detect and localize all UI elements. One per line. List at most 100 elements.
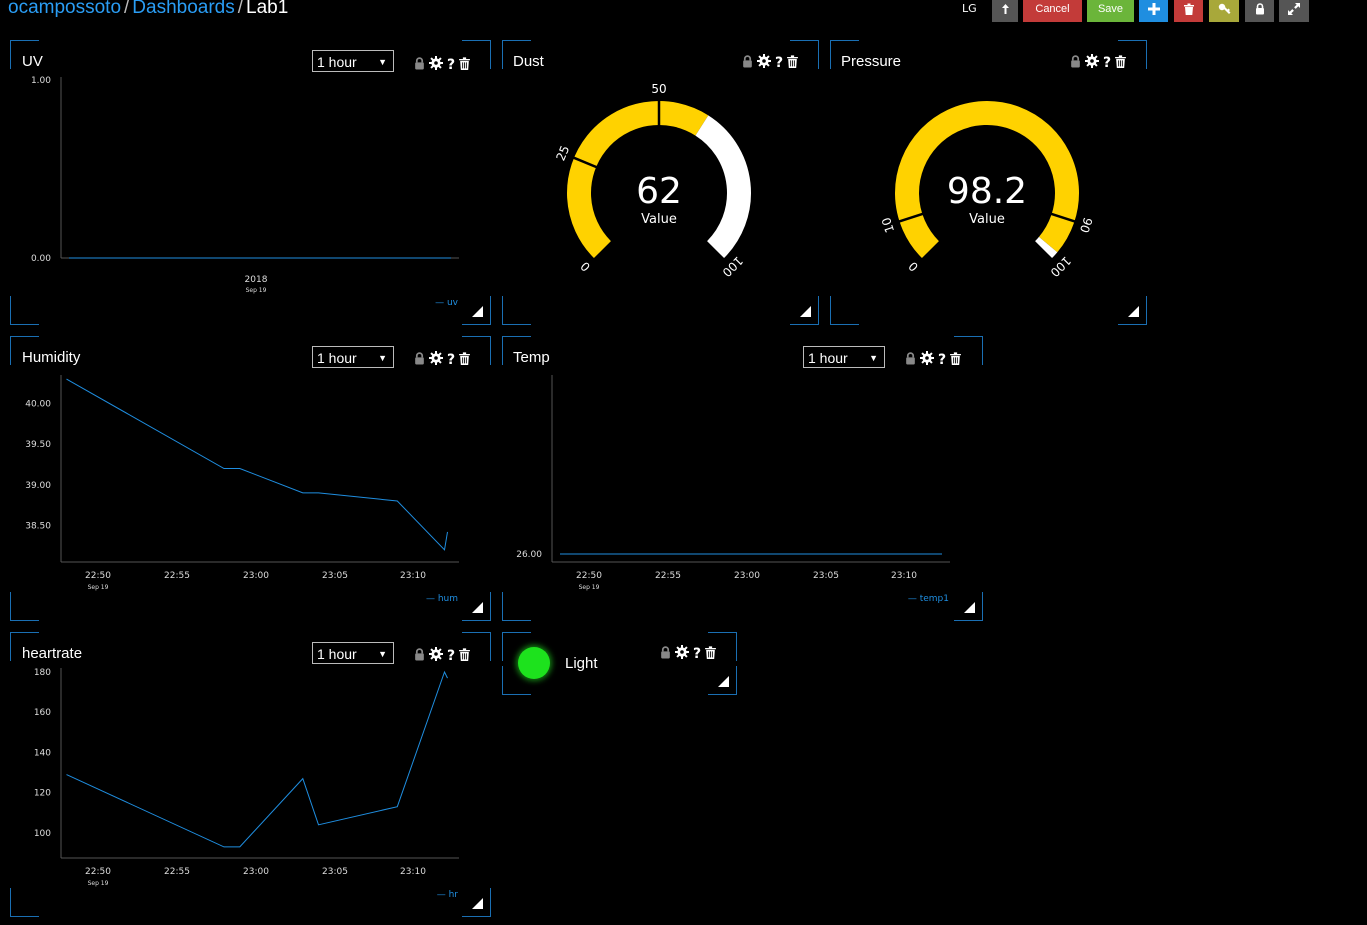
heartrate-range-value: 1 hour: [317, 646, 357, 662]
humidity-y-tick-label: 39.50: [25, 440, 51, 450]
lock-icon[interactable]: [742, 53, 753, 72]
temp-range-value: 1 hour: [808, 350, 848, 366]
temp-resize-handle[interactable]: [964, 602, 975, 613]
charts-layer: 1.00 0.00 2018 Sep 19 40.00 39.50 39.00 38.50 22…: [25, 76, 1095, 900]
temp-x-tick-label: 22:50: [576, 571, 602, 581]
dust-widget-actions: ?: [742, 53, 799, 72]
dust-gauge-tick-label: 100: [719, 253, 745, 279]
add-widget-button[interactable]: [1139, 0, 1168, 22]
pressure-gauge-tick-label: 0: [906, 259, 921, 274]
dust-gauge-tick-label: 25: [554, 143, 573, 162]
uv-x-tick-label: 2018: [245, 275, 268, 285]
help-icon[interactable]: ?: [447, 57, 455, 73]
heartrate-widget-actions: ?: [414, 646, 471, 665]
temp-widget-actions: ?: [905, 350, 962, 369]
lock-icon[interactable]: [414, 350, 425, 369]
help-icon[interactable]: ?: [775, 55, 783, 71]
trash-icon[interactable]: [787, 53, 799, 72]
upload-icon: [1001, 4, 1009, 14]
breadcrumb-dashboards-link[interactable]: Dashboards: [132, 0, 234, 18]
heartrate-x-tick-label: 22:50: [85, 867, 111, 877]
help-icon[interactable]: ?: [693, 646, 701, 662]
heartrate-x-tick-label: 23:10: [400, 867, 426, 877]
help-icon[interactable]: ?: [447, 648, 455, 664]
fullscreen-button[interactable]: [1279, 0, 1309, 22]
lock-button[interactable]: [1245, 0, 1274, 22]
dust-frame-corner: [502, 296, 531, 325]
breadcrumb-user-link[interactable]: ocampossoto: [8, 0, 121, 18]
gear-icon[interactable]: [1085, 53, 1099, 72]
temp-frame-corner: [502, 592, 531, 621]
humidity-y-tick-label: 39.00: [25, 481, 51, 491]
expand-icon: [1288, 3, 1300, 15]
dust-gauge-value-arc: [567, 101, 709, 259]
lock-icon[interactable]: [414, 55, 425, 74]
heartrate-x-tick-label: 23:05: [322, 867, 348, 877]
help-icon[interactable]: ?: [1103, 55, 1111, 71]
dust-gauge-tick: [572, 156, 598, 169]
dust-gauge-tick-label: 0: [578, 259, 593, 274]
trash-icon[interactable]: [1115, 53, 1127, 72]
dust-gauge-remainder-arc: [695, 115, 751, 259]
dust-resize-handle[interactable]: [800, 306, 811, 317]
lock-icon[interactable]: [414, 646, 425, 665]
cancel-button[interactable]: Cancel: [1023, 0, 1082, 22]
trash-icon: [1183, 3, 1194, 15]
humidity-widget-actions: ?: [414, 350, 471, 369]
trash-icon[interactable]: [459, 646, 471, 665]
pressure-widget-title: Pressure: [841, 53, 902, 70]
trash-icon[interactable]: [950, 350, 962, 369]
temp-range-select[interactable]: 1 hour ▼: [803, 346, 885, 368]
lg-label[interactable]: LG: [962, 2, 977, 15]
trash-icon[interactable]: [459, 55, 471, 74]
delete-dashboard-button[interactable]: [1174, 0, 1203, 22]
heartrate-x-sub-label: Sep 19: [88, 880, 109, 887]
heartrate-y-tick-label: 160: [34, 708, 51, 718]
humidity-legend: — hum: [426, 594, 458, 604]
gear-icon[interactable]: [429, 646, 443, 665]
lock-icon[interactable]: [1070, 53, 1081, 72]
heartrate-frame-corner: [10, 888, 39, 917]
humidity-range-select[interactable]: 1 hour ▼: [312, 346, 394, 368]
uv-range-select[interactable]: 1 hour ▼: [312, 50, 394, 72]
heartrate-x-tick-label: 23:00: [243, 867, 269, 877]
light-resize-handle[interactable]: [718, 676, 729, 687]
uv-widget-title: UV: [22, 53, 43, 70]
uv-resize-handle[interactable]: [472, 306, 483, 317]
pressure-gauge-label: Value: [969, 212, 1005, 227]
heartrate-y-tick-label: 120: [34, 789, 51, 799]
heartrate-x-tick-label: 22:55: [164, 867, 190, 877]
gear-icon[interactable]: [429, 350, 443, 369]
heartrate-series-line: [66, 670, 448, 848]
breadcrumb-current: Lab1: [246, 0, 289, 18]
help-icon[interactable]: ?: [447, 352, 455, 368]
gear-icon[interactable]: [920, 350, 934, 369]
chevron-down-icon: ▼: [378, 57, 387, 67]
gear-icon[interactable]: [429, 55, 443, 74]
pressure-gauge-tick-label: 90: [1077, 216, 1095, 235]
heartrate-range-select[interactable]: 1 hour ▼: [312, 642, 394, 664]
breadcrumb-separator: /: [237, 0, 244, 18]
pressure-gauge-value-arc: [895, 101, 1079, 259]
temp-x-tick-label: 23:10: [891, 571, 917, 581]
save-button[interactable]: Save: [1087, 0, 1134, 22]
key-button[interactable]: [1209, 0, 1239, 22]
lock-icon[interactable]: [660, 644, 671, 663]
temp-legend: — temp1: [908, 594, 949, 604]
humidity-x-tick-label: 23:00: [243, 571, 269, 581]
trash-icon[interactable]: [705, 644, 717, 663]
pressure-resize-handle[interactable]: [1128, 306, 1139, 317]
gear-icon[interactable]: [675, 644, 689, 663]
help-icon[interactable]: ?: [938, 352, 946, 368]
upload-button[interactable]: [992, 0, 1018, 22]
trash-icon[interactable]: [459, 350, 471, 369]
heartrate-widget-title: heartrate: [22, 645, 83, 662]
dust-gauge-tick-label: 50: [651, 82, 666, 96]
gear-icon[interactable]: [757, 53, 771, 72]
dust-gauge-label: Value: [641, 212, 677, 227]
humidity-y-tick-label: 40.00: [25, 399, 51, 409]
heartrate-resize-handle[interactable]: [472, 898, 483, 909]
humidity-resize-handle[interactable]: [472, 602, 483, 613]
temp-x-sub-label: Sep 19: [579, 584, 600, 591]
lock-icon[interactable]: [905, 350, 916, 369]
